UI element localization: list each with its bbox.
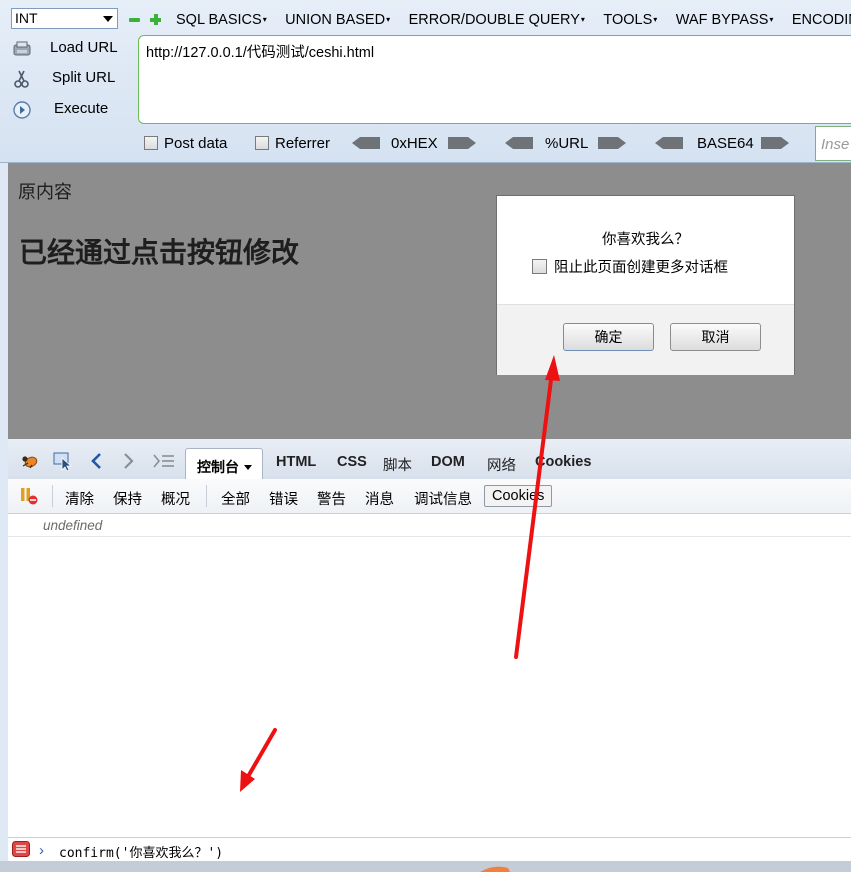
tab-dom[interactable]: DOM [431,454,465,470]
tab-script[interactable]: 脚本 [383,454,412,475]
tab-cookies[interactable]: Cookies [535,454,591,470]
menu-label: TOOLS [603,12,653,28]
post-data-label: Post data [164,135,228,152]
console-log-row: undefined [8,514,851,537]
console-output: undefined [43,518,103,533]
dialog-message: 你喜欢我么？ [602,232,689,248]
checkbox-box[interactable] [144,136,158,150]
play-icon [13,101,31,119]
toolbar-divider [52,485,53,507]
load-url-label: Load URL [50,39,118,56]
original-text: 原内容 [18,182,72,202]
hex-decode-arrow-icon[interactable] [352,137,380,149]
firebug-panel: 控制台 HTML CSS 脚本 DOM 网络 Cookies 清除 保持 概况 … [8,439,851,872]
chevron-down-icon [244,465,252,470]
base64-encode-arrow-icon[interactable] [761,137,789,149]
plus-icon[interactable] [150,14,161,25]
menu-waf-bypass[interactable]: WAF BYPASS▾ [676,10,774,30]
insert-string-input[interactable]: Inse [815,126,851,161]
forward-arrow-icon[interactable] [121,451,135,471]
tab-css[interactable]: CSS [337,454,367,470]
filter-cookies[interactable]: Cookies [484,485,553,507]
referrer-label: Referrer [275,135,331,152]
load-url-icon [13,41,31,56]
back-arrow-icon[interactable] [90,451,104,471]
dialog-footer: 确定 取消 [497,304,794,375]
caret-icon: ▾ [769,15,774,24]
menu-label: WAF BYPASS [675,12,769,28]
chevron-down-icon [103,16,113,22]
base64-label: BASE64 [697,135,754,152]
caret-icon: ▾ [262,15,267,24]
menu-sql-basics[interactable]: SQL BASICS▾ [176,10,267,30]
type-select[interactable]: INT [11,8,118,29]
menu-tools[interactable]: TOOLS▾ [603,10,657,30]
window-bottom-border [0,861,851,872]
profile-button[interactable]: 概况 [161,488,190,509]
hex-label: 0xHEX [391,135,438,152]
menu-union-based[interactable]: UNION BASED▾ [285,10,390,30]
filter-errors[interactable]: 错误 [269,488,298,509]
checkbox-box[interactable] [255,136,269,150]
url-decode-arrow-icon[interactable] [505,137,533,149]
url-enc-label: %URL [545,135,589,152]
checkbox-box[interactable] [532,259,547,274]
url-encode-arrow-icon[interactable] [598,137,626,149]
menu-encoding[interactable]: ENCODIN [792,10,851,30]
modified-heading: 已经通过点击按钮修改 [19,237,300,268]
filter-warnings[interactable]: 警告 [317,488,346,509]
prevent-dialogs-label: 阻止此页面创建更多对话框 [554,260,728,276]
page-content: 原内容 已经通过点击按钮修改 你喜欢我么？ 阻止此页面创建更多对话框 确定 取消 [8,163,851,439]
prevent-dialogs-checkbox[interactable]: 阻止此页面创建更多对话框 [532,256,728,277]
hackbar-toolbar: INT SQL BASICS▾ UNION BASED▾ ERROR/DOUBL… [0,0,851,163]
referrer-checkbox[interactable]: Referrer [255,135,330,152]
menu-label: ERROR/DOUBLE QUERY [408,12,580,28]
clear-command-icon[interactable] [12,841,30,857]
caret-icon: ▾ [386,15,391,24]
caret-icon: ▾ [580,15,585,24]
command-line-icon[interactable] [153,451,175,471]
post-data-checkbox[interactable]: Post data [144,135,227,152]
persist-button[interactable]: 保持 [113,488,142,509]
tab-net[interactable]: 网络 [487,454,516,475]
filter-debug[interactable]: 调试信息 [414,488,472,509]
toolbar-divider [206,485,207,507]
insert-placeholder: Inse [821,136,850,153]
clear-button[interactable]: 清除 [65,488,94,509]
confirm-dialog: 你喜欢我么？ 阻止此页面创建更多对话框 确定 取消 [496,195,795,375]
base64-decode-arrow-icon[interactable] [655,137,683,149]
tab-console-label: 控制台 [197,459,239,475]
prompt-chevron-icon: › [39,842,44,859]
url-value: http://127.0.0.1/代码测试/ceshi.html [146,45,375,61]
firebug-icon[interactable] [20,451,40,471]
command-input[interactable]: confirm('你喜欢我么？') [59,842,223,861]
split-url-label: Split URL [52,69,116,86]
caret-icon: ▾ [653,15,658,24]
execute-label: Execute [54,100,109,117]
url-input[interactable]: http://127.0.0.1/代码测试/ceshi.html [138,35,851,124]
command-bar: › confirm('你喜欢我么？') [8,837,851,862]
hackbar-menu: SQL BASICS▾ UNION BASED▾ ERROR/DOUBLE QU… [176,10,851,30]
menu-label: SQL BASICS [176,12,262,28]
pause-on-error-icon[interactable] [19,486,39,506]
hex-encode-arrow-icon[interactable] [448,137,476,149]
menu-error-double-query[interactable]: ERROR/DOUBLE QUERY▾ [409,10,585,30]
tab-console[interactable]: 控制台 [185,448,263,479]
menu-label: ENCODIN [791,12,851,28]
scissors-icon [14,70,29,88]
menu-label: UNION BASED [285,12,386,28]
console-toolbar: 清除 保持 概况 全部 错误 警告 消息 调试信息 Cookies [8,479,851,514]
minus-icon[interactable] [129,14,140,25]
cancel-button[interactable]: 取消 [670,323,761,351]
filter-all[interactable]: 全部 [221,488,250,509]
inspect-icon[interactable] [53,451,75,471]
type-select-value: INT [15,10,38,26]
tab-html[interactable]: HTML [276,454,316,470]
filter-info[interactable]: 消息 [365,488,394,509]
firebug-tab-bar: 控制台 HTML CSS 脚本 DOM 网络 Cookies [8,439,851,480]
ok-button[interactable]: 确定 [563,323,654,351]
